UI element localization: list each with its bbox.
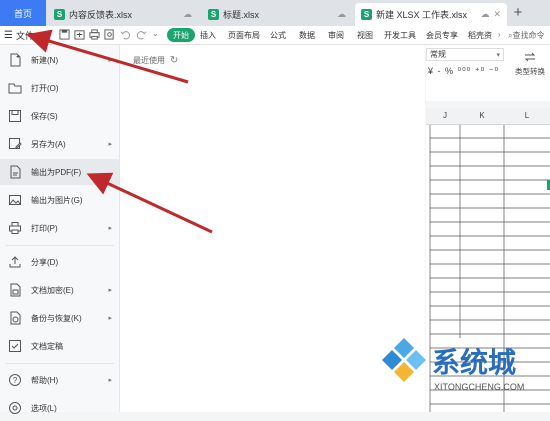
arrow-to-export-pdf bbox=[86, 172, 213, 234]
annotation-arrows bbox=[26, 29, 213, 234]
arrow-to-file-menu bbox=[26, 29, 189, 84]
